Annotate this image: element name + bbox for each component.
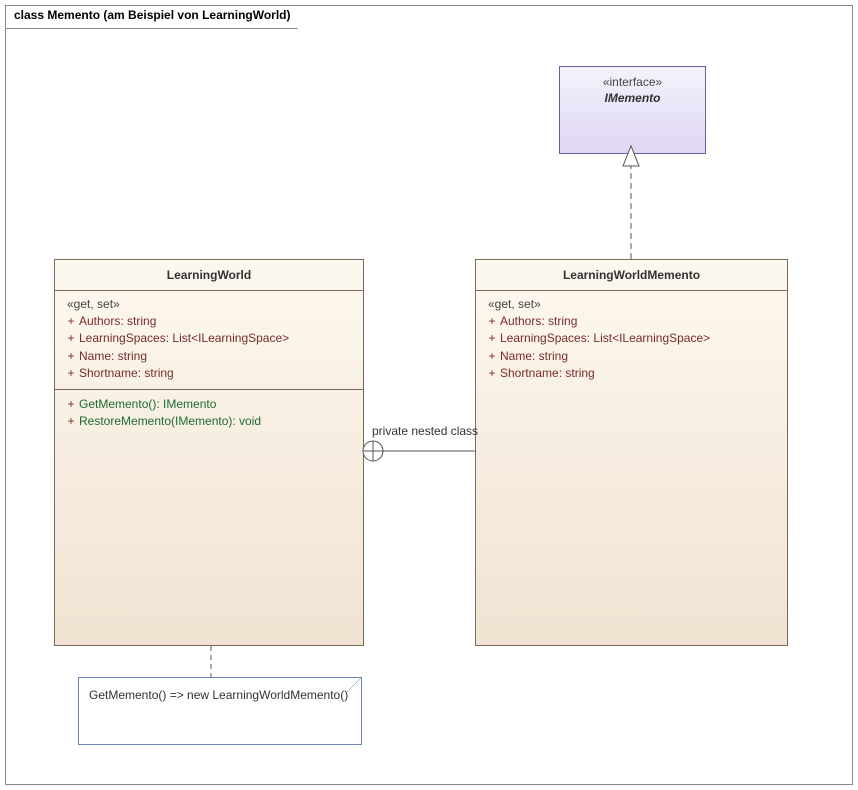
class-lwm-prop: +Name: string — [484, 348, 779, 365]
class-lwm-prop-stereotype: «get, set» — [484, 297, 779, 311]
interface-imemento: «interface» IMemento — [559, 66, 706, 154]
class-lwm-props-section: «get, set» +Authors: string +LearningSpa… — [476, 291, 787, 645]
class-lw-prop: +Authors: string — [63, 313, 355, 330]
class-lw-method: +RestoreMemento(IMemento): void — [63, 413, 355, 430]
class-lw-method: +GetMemento(): IMemento — [63, 396, 355, 413]
note-getmemento: GetMemento() => new LearningWorldMemento… — [78, 677, 362, 745]
nested-anchor-icon — [363, 441, 383, 461]
class-lw-methods-section: +GetMemento(): IMemento +RestoreMemento(… — [55, 390, 363, 645]
interface-stereotype: «interface» — [560, 75, 705, 89]
diagram-frame: class Memento (am Beispiel von LearningW… — [5, 5, 853, 785]
class-lw-header: LearningWorld — [55, 260, 363, 291]
class-lwm-prop: +Authors: string — [484, 313, 779, 330]
class-learningworld: LearningWorld «get, set» +Authors: strin… — [54, 259, 364, 646]
class-lw-prop-stereotype: «get, set» — [63, 297, 355, 311]
class-lwm-prop: +Shortname: string — [484, 365, 779, 382]
class-lw-props-section: «get, set» +Authors: string +LearningSpa… — [55, 291, 363, 390]
relation-label: private nested class — [372, 424, 478, 438]
class-lw-prop: +LearningSpaces: List<ILearningSpace> — [63, 330, 355, 347]
class-lw-prop: +Shortname: string — [63, 365, 355, 382]
class-lw-prop: +Name: string — [63, 348, 355, 365]
diagram-title: class Memento (am Beispiel von LearningW… — [14, 8, 291, 22]
class-lwm-header: LearningWorldMemento — [476, 260, 787, 291]
class-lwm-prop: +LearningSpaces: List<ILearningSpace> — [484, 330, 779, 347]
class-learningworldmemento: LearningWorldMemento «get, set» +Authors… — [475, 259, 788, 646]
note-text: GetMemento() => new LearningWorldMemento… — [89, 688, 348, 702]
interface-name: IMemento — [560, 91, 705, 105]
diagram-title-tab: class Memento (am Beispiel von LearningW… — [5, 5, 310, 29]
note-fold-icon — [347, 678, 361, 692]
